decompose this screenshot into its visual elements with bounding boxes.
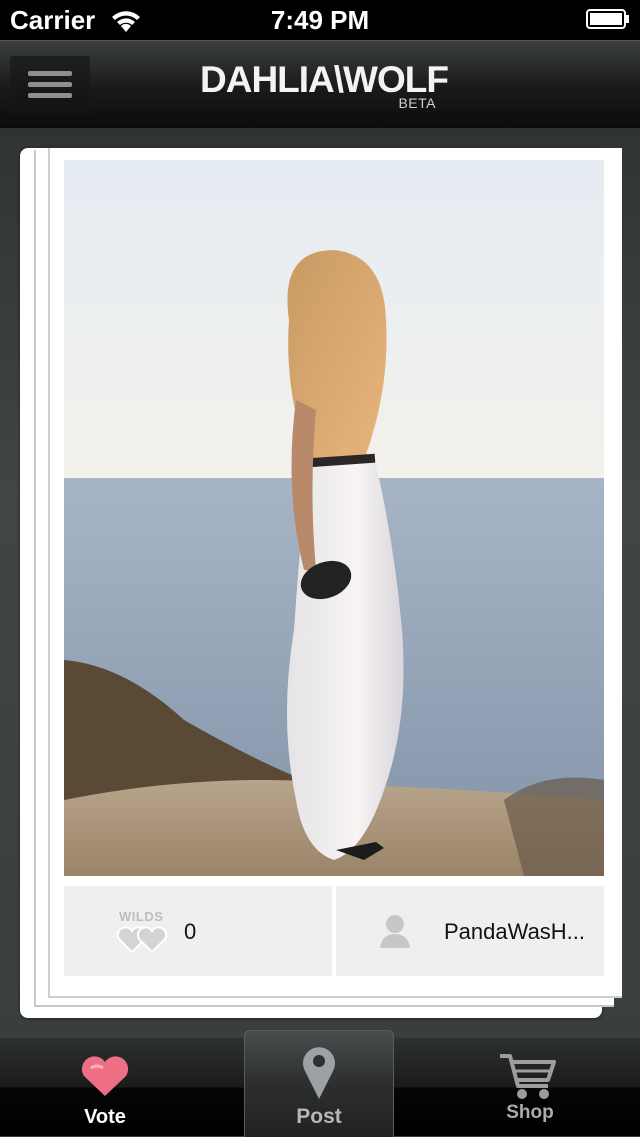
menu-button[interactable] xyxy=(10,55,90,115)
tab-vote[interactable]: Vote xyxy=(50,1038,160,1136)
double-heart-icon xyxy=(116,926,168,954)
location-pin-icon xyxy=(303,1047,335,1099)
wilds-panel[interactable]: WILDS 0 xyxy=(64,886,332,976)
tab-post-label: Post xyxy=(296,1105,342,1128)
cart-icon xyxy=(500,1054,556,1099)
battery-icon xyxy=(586,9,629,29)
status-bar: Carrier 7:49 PM xyxy=(0,0,640,40)
tab-shop-label: Shop xyxy=(506,1102,554,1123)
username[interactable]: PandaWasH... xyxy=(444,919,600,945)
hamburger-line xyxy=(28,82,72,87)
photo-image xyxy=(64,160,604,876)
tab-shop[interactable]: Shop xyxy=(470,1038,590,1136)
wilds-count: 0 xyxy=(184,919,197,944)
tab-bar: Vote Post Shop xyxy=(0,1030,640,1137)
clock: 7:49 PM xyxy=(270,5,370,35)
hamburger-icon xyxy=(28,71,72,76)
tab-post[interactable]: Post xyxy=(244,1030,394,1137)
nav-bar: DAHLIA\WOLF BETA xyxy=(0,40,640,129)
wilds-label: WILDS xyxy=(119,909,164,924)
tab-vote-label: Vote xyxy=(84,1106,126,1128)
hamburger-line xyxy=(28,93,72,98)
app-logo: DAHLIA\WOLF BETA xyxy=(200,59,449,117)
beta-badge: BETA xyxy=(398,95,436,111)
heart-icon xyxy=(81,1056,129,1096)
user-avatar-icon xyxy=(380,915,410,948)
user-panel[interactable]: PandaWasH... xyxy=(336,886,604,976)
outfit-photo[interactable] xyxy=(64,160,604,876)
